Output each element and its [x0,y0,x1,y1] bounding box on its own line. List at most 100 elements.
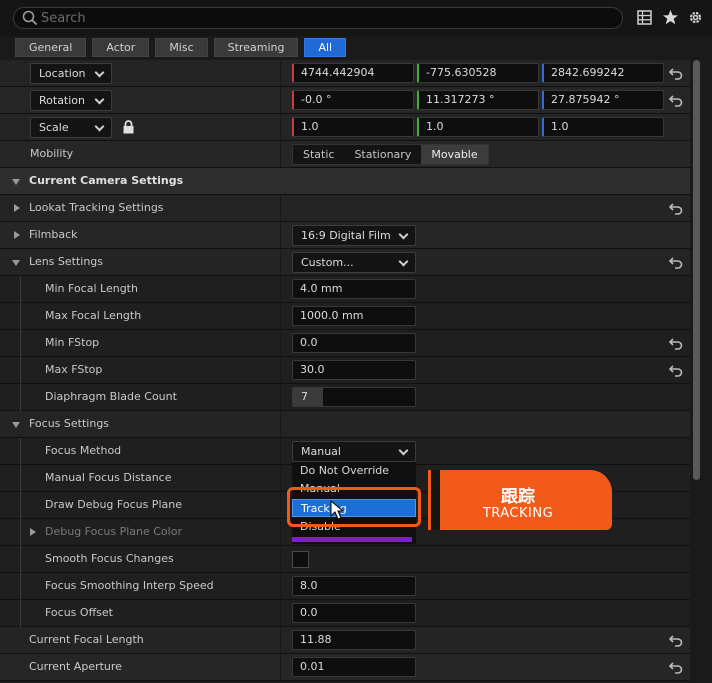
filmback-dropdown[interactable]: 16:9 Digital Film [292,225,416,246]
scale-row: Scale 1.0 1.0 1.0 [0,114,690,141]
collapse-arrow-icon [12,179,20,185]
blade-count-slider[interactable]: 7 [292,387,416,407]
min-focal-length-label: Min Focal Length [45,282,138,295]
mobility-row: Mobility Static Stationary Movable [0,141,690,168]
expand-arrow-icon[interactable] [30,528,36,536]
reset-icon[interactable] [668,335,684,351]
reset-icon[interactable] [668,92,684,108]
search-input[interactable] [41,9,601,27]
focus-offset-label: Focus Offset [45,606,113,619]
lens-settings-label: Lens Settings [29,255,104,268]
reset-icon[interactable] [668,200,684,216]
focus-offset-field[interactable]: 0.0 [292,603,416,623]
rotation-z-field[interactable]: 27.875942 ° [542,90,664,110]
rotation-y-field[interactable]: 11.317273 ° [417,90,539,110]
max-fstop-row: Max FStop 30.0 [0,357,690,384]
max-fstop-field[interactable]: 30.0 [292,360,416,380]
lens-preset-dropdown[interactable]: Custom... [292,252,416,273]
tab-streaming[interactable]: Streaming [213,38,299,57]
reset-icon[interactable] [668,659,684,675]
collapse-arrow-icon[interactable] [12,422,20,428]
search-icon [22,10,38,26]
badge-chinese-label: 跟踪 [501,487,535,507]
filmback-row: Filmback 16:9 Digital Film [0,222,690,249]
focus-method-row: Focus Method Manual [0,438,690,465]
gear-icon[interactable] [687,9,704,26]
location-row: Location 4744.442904 -775.630528 2842.69… [0,60,690,87]
rotation-x-field[interactable]: -0.0 ° [292,90,414,110]
max-fstop-label: Max FStop [45,363,103,376]
rotation-dropdown[interactable]: Rotation [30,90,112,111]
lookat-label: Lookat Tracking Settings [29,201,164,214]
max-focal-length-label: Max Focal Length [45,309,142,322]
scale-z-field[interactable]: 1.0 [542,117,664,137]
focus-offset-row: Focus Offset 0.0 [0,600,690,627]
manual-focus-distance-label: Manual Focus Distance [45,471,172,484]
focus-smoothing-speed-field[interactable]: 8.0 [292,576,416,596]
details-toolbar [0,0,712,36]
collapse-arrow-icon[interactable] [12,260,20,266]
debug-color-swatch[interactable] [292,537,412,542]
lens-settings-row: Lens Settings Custom... [0,249,690,276]
tracking-badge: 跟踪 TRACKING [428,470,612,530]
menu-option-do-not-override[interactable]: Do Not Override [292,462,416,480]
location-y-field[interactable]: -775.630528 [417,63,539,83]
reset-icon[interactable] [668,362,684,378]
scale-x-field[interactable]: 1.0 [292,117,414,137]
camera-settings-section-header[interactable]: Current Camera Settings [0,168,690,195]
current-focal-length-row: Current Focal Length 11.88 [0,627,690,654]
min-fstop-label: Min FStop [45,336,100,349]
draw-debug-focus-plane-label: Draw Debug Focus Plane [45,498,182,511]
badge-english-label: TRACKING [482,506,554,521]
focus-settings-label: Focus Settings [29,417,110,430]
min-fstop-row: Min FStop 0.0 [0,330,690,357]
scrollbar-thumb[interactable] [693,60,700,480]
smooth-focus-checkbox[interactable] [292,551,309,568]
debug-focus-plane-color-label: Debug Focus Plane Color [45,525,182,538]
table-view-icon[interactable] [636,9,653,26]
badge-stripe [428,470,440,530]
category-tabs: General Actor Misc Streaming All [15,38,347,58]
current-aperture-field[interactable]: 0.01 [292,657,416,677]
location-dropdown[interactable]: Location [30,63,112,84]
current-focal-length-label: Current Focal Length [29,633,144,646]
current-focal-length-field[interactable]: 11.88 [292,630,416,650]
lookat-tracking-row[interactable]: Lookat Tracking Settings [0,195,690,222]
expand-arrow-icon [14,204,20,212]
tab-actor[interactable]: Actor [92,38,150,57]
mobility-stationary-option[interactable]: Stationary [344,145,421,164]
lock-icon[interactable] [122,120,135,134]
slider-fill [293,388,323,406]
min-focal-length-field[interactable]: 4.0 mm [292,279,416,299]
search-box[interactable] [13,7,623,29]
tab-misc[interactable]: Misc [155,38,208,57]
min-fstop-field[interactable]: 0.0 [292,333,416,353]
location-x-field[interactable]: 4744.442904 [292,63,414,83]
scale-dropdown[interactable]: Scale [30,117,112,138]
star-icon[interactable] [662,9,679,26]
section-title: Current Camera Settings [29,174,184,187]
current-aperture-label: Current Aperture [29,660,122,673]
max-focal-length-row: Max Focal Length 1000.0 mm [0,303,690,330]
tab-all[interactable]: All [304,38,347,57]
tab-general[interactable]: General [15,38,87,57]
scale-y-field[interactable]: 1.0 [417,117,539,137]
mobility-movable-option[interactable]: Movable [421,145,488,164]
diaphragm-blade-count-row: Diaphragm Blade Count 7 [0,384,690,411]
expand-arrow-icon[interactable] [14,231,20,239]
max-focal-length-field[interactable]: 1000.0 mm [292,306,416,326]
current-aperture-row: Current Aperture 0.01 [0,654,690,681]
reset-icon[interactable] [668,254,684,270]
focus-method-label: Focus Method [45,444,122,457]
focus-method-dropdown[interactable]: Manual [292,441,416,462]
rotation-row: Rotation -0.0 ° 11.317273 ° 27.875942 ° [0,87,690,114]
smooth-focus-changes-row: Smooth Focus Changes [0,546,690,573]
focus-smoothing-speed-row: Focus Smoothing Interp Speed 8.0 [0,573,690,600]
mobility-label: Mobility [30,147,74,160]
reset-icon[interactable] [668,65,684,81]
reset-icon[interactable] [668,632,684,648]
mouse-cursor-icon [330,500,345,520]
location-z-field[interactable]: 2842.699242 [542,63,664,83]
min-focal-length-row: Min Focal Length 4.0 mm [0,276,690,303]
mobility-static-option[interactable]: Static [293,145,344,164]
